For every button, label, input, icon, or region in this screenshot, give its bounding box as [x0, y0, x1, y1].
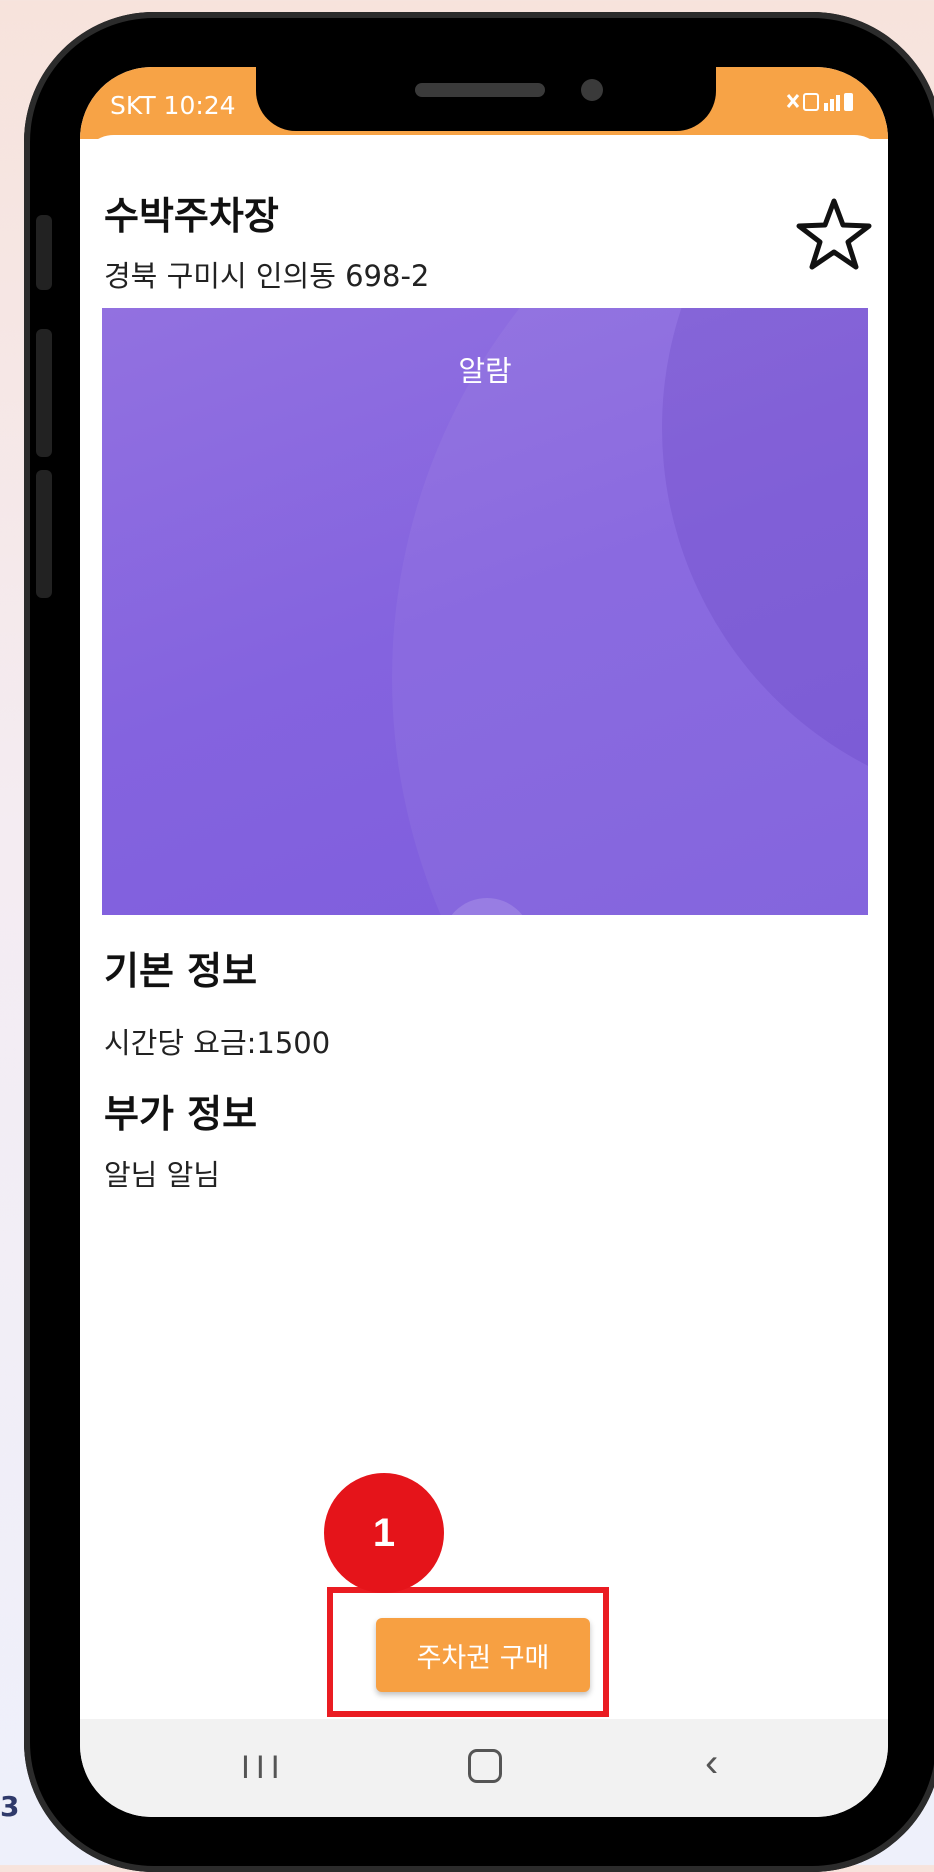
- buy-parking-ticket-button[interactable]: 주차권 구매: [376, 1618, 590, 1692]
- edge-text: 3: [0, 1790, 20, 1823]
- alarm-banner[interactable]: 알람: [102, 308, 868, 915]
- basic-info-heading: 기본 정보: [104, 949, 258, 993]
- banner-label: 알람: [458, 354, 512, 388]
- star-outline-icon[interactable]: [794, 195, 874, 275]
- parking-address: 경북 구미시 인의동 698-2: [104, 259, 430, 293]
- phone-screen: SKT 10:24 수박주차장 경북 구미시 인의동 698-2 알람 기본 정…: [80, 67, 888, 1817]
- recent-apps-icon[interactable]: III: [241, 1749, 286, 1786]
- side-button: [36, 329, 52, 457]
- status-icons: [784, 89, 854, 121]
- hourly-rate-text: 시간당 요금:1500: [104, 1026, 331, 1060]
- extra-info-text: 알님 알님: [104, 1158, 220, 1192]
- side-button: [36, 215, 52, 290]
- tutorial-step-badge: 1: [324, 1473, 444, 1593]
- navigation-bar: III ‹: [80, 1719, 888, 1817]
- status-carrier-time: SKT 10:24: [110, 91, 236, 120]
- speaker-grille: [415, 83, 545, 97]
- back-icon[interactable]: ‹: [705, 1741, 718, 1786]
- camera-notch: [256, 67, 716, 131]
- signal-battery-icon: [786, 93, 853, 111]
- home-icon[interactable]: [468, 1749, 502, 1783]
- extra-info-heading: 부가 정보: [104, 1092, 258, 1136]
- front-camera: [581, 79, 603, 101]
- side-button: [36, 470, 52, 598]
- parking-name: 수박주차장: [104, 194, 279, 238]
